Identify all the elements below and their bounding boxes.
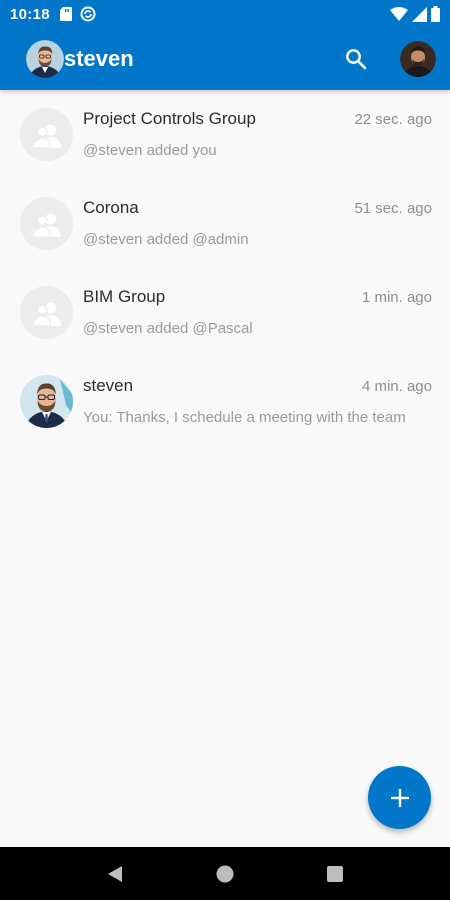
- new-conversation-button[interactable]: [368, 766, 431, 829]
- conversation-time: 22 sec. ago: [354, 111, 432, 128]
- conversation-body: BIM Group 1 min. ago @steven added @Pasc…: [83, 282, 432, 337]
- plus-icon: [390, 788, 409, 807]
- conversation-name: Project Controls Group: [83, 109, 256, 128]
- conversation-header: BIM Group 1 min. ago: [83, 287, 432, 307]
- system-nav-bar: [0, 847, 450, 900]
- conversation-time: 1 min. ago: [361, 289, 432, 306]
- conversation-item[interactable]: Corona 51 sec. ago @steven added @admin: [0, 179, 450, 268]
- back-icon: [108, 865, 122, 882]
- recents-icon: [327, 865, 343, 882]
- conversation-item[interactable]: steven 4 min. ago You: Thanks, I schedul…: [0, 357, 450, 446]
- status-bar: 10:18: [0, 0, 450, 28]
- conversation-body: steven 4 min. ago You: Thanks, I schedul…: [83, 371, 432, 426]
- signal-icon: [412, 6, 427, 22]
- conversation-header: Corona 51 sec. ago: [83, 198, 432, 218]
- app-bar: steven: [0, 28, 450, 90]
- conversation-preview: You: Thanks, I schedule a meeting with t…: [83, 409, 406, 426]
- conversation-item[interactable]: BIM Group 1 min. ago @steven added @Pasc…: [0, 268, 450, 357]
- conversation-list: Project Controls Group 22 sec. ago @stev…: [0, 90, 450, 446]
- app-avatar: [26, 40, 64, 78]
- sync-icon: [80, 6, 96, 22]
- wifi-icon: [390, 7, 408, 21]
- conversation-preview: @steven added you: [83, 142, 217, 159]
- group-placeholder-icon: [20, 286, 73, 339]
- group-placeholder-icon: [20, 197, 73, 250]
- battery-icon: [431, 6, 440, 22]
- app-actions: [342, 41, 436, 77]
- search-button[interactable]: [342, 45, 370, 73]
- search-icon: [346, 49, 367, 70]
- status-time: 10:18: [10, 5, 50, 23]
- conversation-name: BIM Group: [83, 287, 166, 306]
- recents-button[interactable]: [315, 854, 355, 894]
- home-button[interactable]: [205, 854, 245, 894]
- status-left-icons: [59, 6, 96, 22]
- conversation-time: 51 sec. ago: [354, 200, 432, 217]
- conversation-header: steven 4 min. ago: [83, 376, 432, 396]
- conversation-name: steven: [83, 376, 134, 395]
- sd-card-icon: [59, 7, 72, 21]
- conversation-preview: @steven added @admin: [83, 231, 249, 248]
- status-right-icons: [390, 6, 440, 22]
- conversation-time: 4 min. ago: [361, 378, 432, 395]
- user-photo: [20, 375, 73, 428]
- home-icon: [216, 865, 234, 882]
- conversation-preview: @steven added @Pascal: [83, 320, 253, 337]
- back-button[interactable]: [95, 854, 135, 894]
- app-title: steven: [64, 46, 134, 71]
- conversation-body: Corona 51 sec. ago @steven added @admin: [83, 193, 432, 248]
- conversation-name: Corona: [83, 198, 139, 217]
- conversation-item[interactable]: Project Controls Group 22 sec. ago @stev…: [0, 90, 450, 179]
- profile-avatar[interactable]: [400, 41, 436, 77]
- conversation-body: Project Controls Group 22 sec. ago @stev…: [83, 104, 432, 159]
- group-placeholder-icon: [20, 108, 73, 161]
- conversation-header: Project Controls Group 22 sec. ago: [83, 109, 432, 129]
